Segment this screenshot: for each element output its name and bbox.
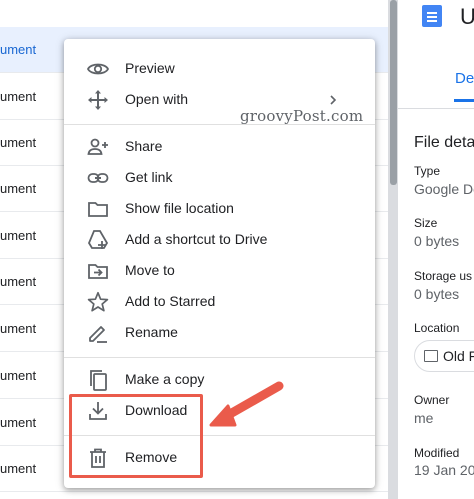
person-add-icon bbox=[86, 135, 110, 159]
drive-shortcut-icon bbox=[86, 228, 110, 252]
menu-item-rename[interactable]: Rename bbox=[64, 317, 375, 348]
annotation-arrow-icon bbox=[205, 378, 285, 438]
pencil-icon bbox=[86, 321, 110, 345]
file-name: ument bbox=[0, 461, 37, 476]
copy-icon bbox=[86, 368, 110, 392]
menu-item-label: Rename bbox=[125, 324, 178, 340]
menu-item-label: Show file location bbox=[125, 200, 234, 216]
star-icon bbox=[86, 290, 110, 314]
eye-icon bbox=[86, 57, 110, 81]
menu-item-label: Open with bbox=[125, 91, 189, 107]
menu-item-label: Get link bbox=[125, 169, 173, 185]
scrollbar-thumb[interactable] bbox=[390, 0, 397, 185]
field-value-size: 0 bytes bbox=[414, 233, 460, 249]
folder-icon bbox=[424, 350, 438, 362]
file-name: ument bbox=[0, 274, 37, 289]
field-label-modified: Modified bbox=[414, 446, 460, 460]
tab-details[interactable]: Det bbox=[455, 70, 474, 87]
field-label-owner: Owner bbox=[414, 393, 450, 407]
annotation-highlight-box bbox=[69, 394, 203, 478]
menu-item-label: Add a shortcut to Drive bbox=[125, 231, 268, 247]
menu-item-label: Add to Starred bbox=[125, 293, 216, 309]
location-chip[interactable]: Old F bbox=[414, 340, 474, 372]
menu-item-label: Make a copy bbox=[125, 371, 205, 387]
menu-divider bbox=[64, 357, 375, 358]
details-panel: U Det File deta Type Google Do Size 0 by… bbox=[398, 0, 474, 499]
menu-item-share[interactable]: Share bbox=[64, 131, 375, 162]
menu-item-show-file-location[interactable]: Show file location bbox=[64, 193, 375, 224]
file-name: ument bbox=[0, 415, 37, 430]
folder-move-icon bbox=[86, 259, 110, 283]
menu-item-get-link[interactable]: Get link bbox=[64, 162, 375, 193]
file-name: ument bbox=[0, 368, 37, 383]
file-name: ument bbox=[0, 89, 37, 104]
field-value-storage: 0 bytes bbox=[414, 286, 460, 302]
google-docs-icon bbox=[422, 5, 442, 27]
file-name: ument bbox=[0, 181, 37, 196]
tab-divider bbox=[398, 108, 474, 109]
file-name: ument bbox=[0, 135, 37, 150]
menu-item-label: Move to bbox=[125, 262, 175, 278]
field-value-type: Google Do bbox=[414, 181, 474, 197]
section-title-file-details: File deta bbox=[414, 134, 474, 151]
move-arrows-icon bbox=[86, 88, 110, 112]
file-name: ument bbox=[0, 321, 37, 336]
field-value-owner: me bbox=[414, 410, 434, 426]
file-name: ument bbox=[0, 42, 37, 57]
field-label-storage: Storage us bbox=[414, 269, 473, 283]
field-value-modified: 19 Jan 20 bbox=[414, 462, 474, 478]
details-title: U bbox=[460, 4, 474, 29]
field-label-location: Location bbox=[414, 321, 460, 335]
menu-item-add-shortcut[interactable]: Add a shortcut to Drive bbox=[64, 224, 375, 255]
field-value-location: Old F bbox=[443, 348, 474, 364]
menu-item-move-to[interactable]: Move to bbox=[64, 255, 375, 286]
file-name: ument bbox=[0, 228, 37, 243]
active-tab-indicator bbox=[454, 99, 474, 102]
link-icon bbox=[86, 166, 110, 190]
menu-item-label: Share bbox=[125, 138, 163, 154]
menu-item-label: Preview bbox=[125, 60, 175, 76]
watermark: groovyPost.com bbox=[240, 107, 364, 125]
field-label-size: Size bbox=[414, 216, 438, 230]
menu-item-add-to-starred[interactable]: Add to Starred bbox=[64, 286, 375, 317]
menu-item-preview[interactable]: Preview bbox=[64, 53, 375, 84]
field-label-type: Type bbox=[414, 164, 441, 178]
folder-icon bbox=[86, 197, 110, 221]
